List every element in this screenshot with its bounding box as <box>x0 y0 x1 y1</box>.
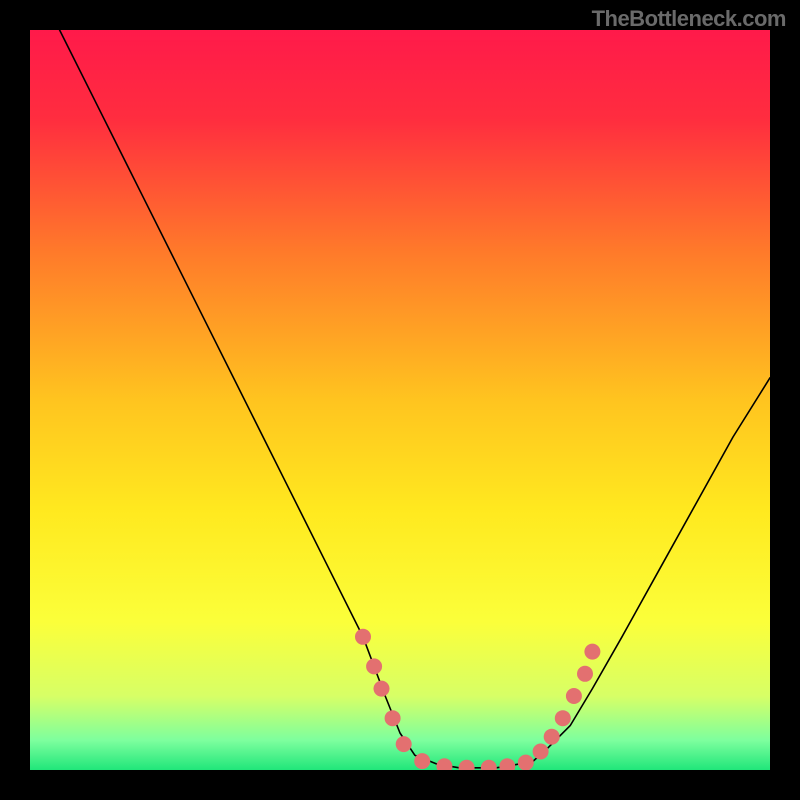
chart-container <box>30 30 770 770</box>
marker-dot <box>555 710 571 726</box>
marker-dot <box>396 736 412 752</box>
marker-dot <box>385 710 401 726</box>
marker-dot <box>544 729 560 745</box>
marker-dot <box>414 753 430 769</box>
marker-dot <box>584 644 600 660</box>
marker-dot <box>577 666 593 682</box>
marker-dot <box>355 629 371 645</box>
bottleneck-curve-chart <box>30 30 770 770</box>
marker-dot <box>566 688 582 704</box>
marker-dot <box>533 744 549 760</box>
marker-dot <box>518 755 534 770</box>
watermark-text: TheBottleneck.com <box>592 6 786 32</box>
gradient-background <box>30 30 770 770</box>
marker-dot <box>366 658 382 674</box>
marker-dot <box>374 681 390 697</box>
